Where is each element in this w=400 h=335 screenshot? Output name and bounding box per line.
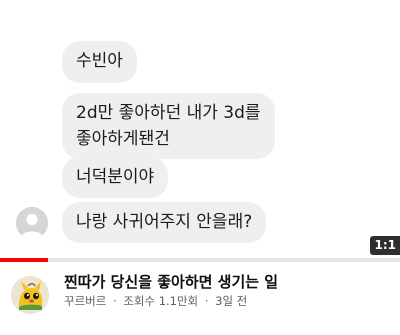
video-subline: 꾸르버르 · 조회수 1.1만회 · 3일 전 <box>64 293 247 309</box>
chat-bubble-1: 수빈아 <box>62 41 137 83</box>
view-count: 조회수 1.1만회 <box>123 294 199 308</box>
chat-bubble-4: 나랑 사귀어주지 안을래? <box>62 202 267 243</box>
default-profile-icon <box>16 207 48 239</box>
chat-bubble-2: 2d만 좋아하던 내가 3d를 좋아하게됀건 <box>62 93 275 159</box>
video-thumbnail[interactable]: 수빈아 2d만 좋아하던 내가 3d를 좋아하게됀건 너덕분이야 나랑 사귀어주… <box>0 0 400 258</box>
separator-dot: · <box>204 294 209 308</box>
video-meta: 찐따가 당신을 좋아하면 생기는 일 꾸르버르 · 조회수 1.1만회 · 3일… <box>0 262 400 335</box>
channel-avatar-icon[interactable] <box>11 276 49 314</box>
video-card[interactable]: 수빈아 2d만 좋아하던 내가 3d를 좋아하게됀건 너덕분이야 나랑 사귀어주… <box>0 0 400 335</box>
duration-badge: 1:1 <box>369 236 400 255</box>
upload-age: 3일 전 <box>215 294 248 308</box>
separator-dot: · <box>112 294 117 308</box>
chat-bubble-3: 너덕분이야 <box>62 157 169 198</box>
channel-name[interactable]: 꾸르버르 <box>64 293 106 309</box>
video-title[interactable]: 찐따가 당신을 좋아하면 생기는 일 <box>64 272 278 292</box>
